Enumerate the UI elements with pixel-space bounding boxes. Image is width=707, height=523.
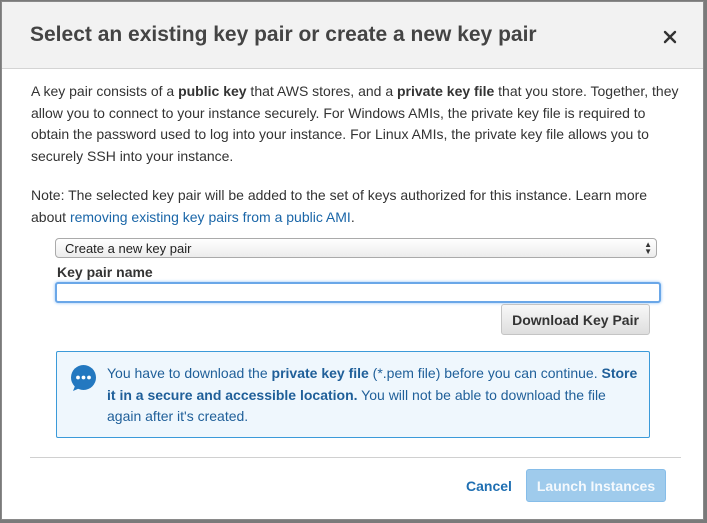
note-end: . [350,208,355,225]
note-text: Note: The selected key pair will be adde… [31,185,683,228]
dialog-title: Select an existing key pair or create a … [30,23,537,46]
key-pair-name-label: Key pair name [57,264,153,280]
public-key-term: public key [178,83,247,99]
cancel-button[interactable]: Cancel [460,476,518,496]
select-arrows-icon: ▲ ▼ [644,240,652,256]
description-text: that AWS stores, and a [246,83,397,99]
chat-bubble-icon [69,364,98,393]
info-alert: You have to download the private key fil… [56,351,650,438]
key-pair-option-select[interactable]: Create a new key pair ▲ ▼ [55,238,657,258]
info-text: (*.pem file) before you can continue. [368,365,602,381]
info-message: You have to download the private key fil… [107,363,642,428]
dialog-header: Select an existing key pair or create a … [2,2,703,69]
footer-divider [30,457,681,458]
launch-instances-button[interactable]: Launch Instances [526,469,666,502]
private-key-term: private key file [397,83,495,99]
key-pair-description: A key pair consists of a public key that… [31,81,683,167]
close-icon[interactable] [659,26,681,48]
download-key-pair-button[interactable]: Download Key Pair [501,304,650,335]
removing-key-pairs-link[interactable]: removing existing key pairs from a publi… [70,209,351,225]
info-emphasis: private key file [271,365,369,381]
select-value: Create a new key pair [65,241,192,256]
key-pair-name-input[interactable] [55,282,661,303]
key-pair-dialog: Select an existing key pair or create a … [1,1,704,520]
description-text: A key pair consists of a [31,83,179,99]
info-text: You have to download the [107,365,272,381]
